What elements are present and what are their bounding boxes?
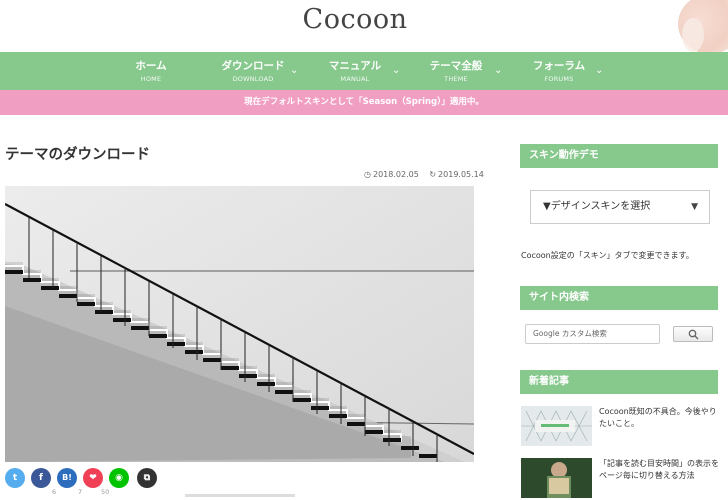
nav-item-sublabel: DOWNLOAD (232, 75, 274, 83)
copy-icon: ⧉ (143, 473, 151, 483)
chevron-down-icon[interactable]: ⌄ (392, 65, 400, 76)
pocket-icon: ❤ (89, 473, 97, 483)
nav-item-label: フォーラム (532, 60, 586, 72)
caret-down-icon: ▼ (691, 202, 698, 212)
twitter-share-button[interactable]: t (5, 468, 25, 488)
nav-item-sublabel: THEME (444, 75, 468, 83)
site-header: Cocoon (0, 0, 728, 52)
hatena-share-count: 7 (78, 488, 83, 496)
copy-share-button[interactable]: ⧉ (137, 468, 157, 488)
twitter-icon: t (12, 473, 18, 483)
notice-bar: 現在デフォルトスキンとして「Season（Spring）」適用中。 (0, 90, 728, 115)
nav-item-label: ホーム (135, 60, 167, 72)
nav-item-forums[interactable]: フォーラム FORUMS (528, 52, 590, 90)
pocket-share-count: 50 (101, 488, 110, 496)
pocket-share-button[interactable]: ❤ (83, 468, 103, 488)
entry-title: 「記事を読む目安時間」の表示をページ毎に切り替える方法 (599, 459, 719, 480)
skin-select-value: ▼デザインスキンを選択 (543, 201, 651, 212)
entry-thumbnail (521, 458, 592, 498)
recent-entry[interactable]: Cocoon既知の不具合。今後やりたいこと。 (521, 406, 721, 448)
widget-title-search: サイト内検索 (520, 286, 718, 310)
nav-item-label: テーマ全般 (429, 60, 483, 72)
line-icon: ◉ (115, 473, 123, 483)
facebook-share-button[interactable]: f (31, 468, 51, 488)
chevron-down-icon[interactable]: ⌄ (290, 65, 298, 76)
skin-select-dropdown[interactable]: ▼デザインスキンを選択 ▼ (530, 190, 710, 224)
clock-icon: ◷ (364, 170, 371, 179)
nav-item-sublabel: HOME (140, 75, 162, 83)
nav-item-sublabel: MANUAL (340, 75, 370, 83)
hatena-bookmark-icon: B! (62, 473, 72, 482)
widget-title-recent: 新着記事 (520, 370, 718, 394)
chevron-down-icon[interactable]: ⌄ (595, 65, 603, 76)
update-icon: ↻ (429, 170, 437, 179)
entry-thumbnail (521, 406, 592, 446)
nav-item-sublabel: FORUMS (544, 75, 574, 83)
nav-item-label: マニュアル (328, 60, 382, 72)
eyecatch-image-staircase (5, 186, 474, 462)
facebook-share-count: 6 (52, 488, 57, 496)
hatena-share-button[interactable]: B! (57, 468, 77, 488)
nav-item-label: ダウンロード (221, 60, 285, 72)
search-icon (688, 329, 699, 340)
search-button[interactable] (673, 326, 713, 342)
site-logo[interactable]: Cocoon (0, 4, 710, 35)
post-dates: ◷ 2018.02.05 ↻ 2019.05.14 (362, 170, 484, 179)
skin-note: Cocoon設定の「スキン」タブで変更できます。 (521, 251, 694, 260)
nav-item-download[interactable]: ダウンロード DOWNLOAD (218, 52, 288, 90)
nav-item-manual[interactable]: マニュアル MANUAL (324, 52, 386, 90)
search-input[interactable]: Google カスタム検索 (525, 324, 660, 344)
cut-off-content (185, 494, 295, 497)
nav-item-home[interactable]: ホーム HOME (126, 52, 176, 90)
global-nav: ホーム HOME ダウンロード DOWNLOAD ⌄ マニュアル MANUAL … (0, 52, 728, 90)
post-date: 2018.02.05 (372, 170, 419, 179)
update-date: 2019.05.14 (438, 170, 484, 179)
chevron-down-icon[interactable]: ⌄ (494, 65, 502, 76)
recent-entry[interactable]: 「記事を読む目安時間」の表示をページ毎に切り替える方法 (521, 458, 721, 500)
line-share-button[interactable]: ◉ (109, 468, 129, 488)
entry-title: Cocoon既知の不具合。今後やりたいこと。 (599, 407, 717, 428)
facebook-icon: f (39, 473, 43, 483)
page-title: テーマのダウンロード (5, 147, 150, 163)
nav-item-theme[interactable]: テーマ全般 THEME (425, 52, 487, 90)
widget-title-skin-demo: スキン動作デモ (520, 144, 718, 168)
